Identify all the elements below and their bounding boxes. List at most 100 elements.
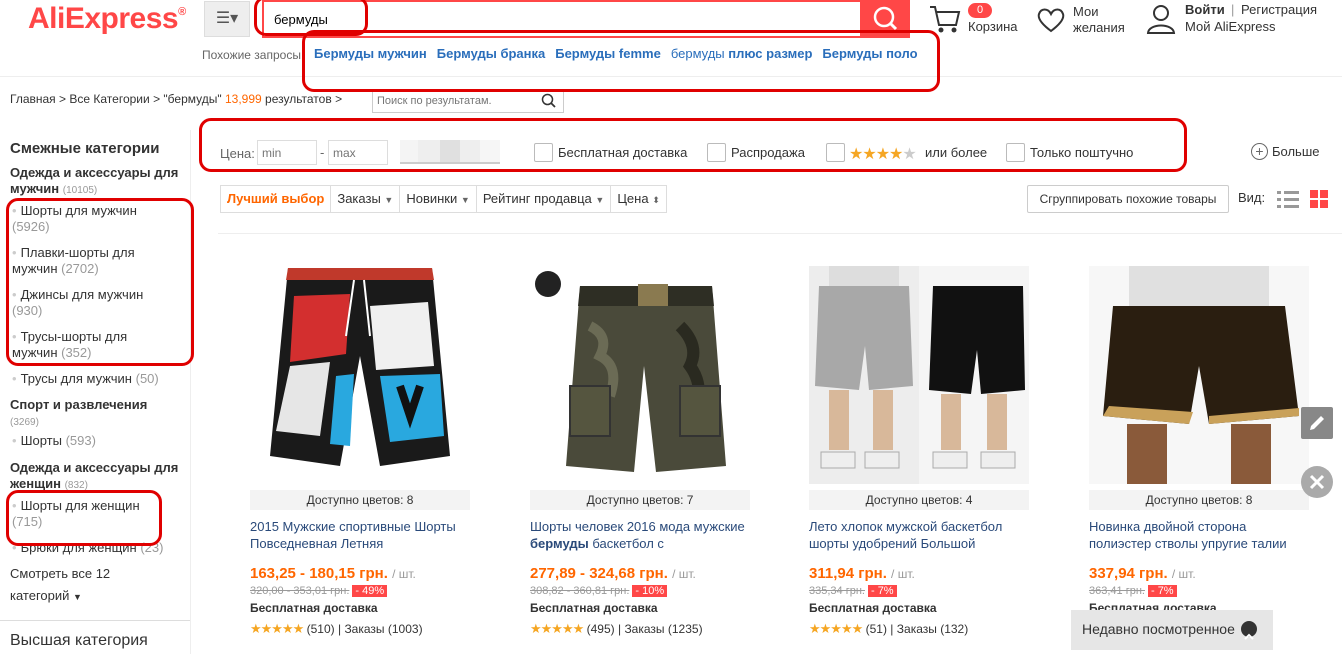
product-card[interactable]: Доступно цветов: 8 2015 Мужские спортивн… bbox=[250, 266, 470, 637]
product-price: 337,94 грн. / шт. bbox=[1089, 565, 1309, 582]
close-button[interactable] bbox=[1301, 466, 1333, 498]
sort-seller-rating[interactable]: Рейтинг продавца ▼ bbox=[477, 186, 612, 212]
product-card[interactable]: Доступно цветов: 4 Лето хлопок мужской б… bbox=[809, 266, 1029, 637]
product-title[interactable]: Новинка двойной сторона полиэстер стволы… bbox=[1089, 518, 1309, 552]
cart-count-badge: 0 bbox=[968, 3, 992, 18]
annotation-related bbox=[302, 30, 940, 92]
close-icon bbox=[1309, 474, 1325, 490]
available-colors: Доступно цветов: 8 bbox=[250, 490, 470, 510]
price-unit: / шт. bbox=[1171, 567, 1196, 581]
discount-badge: - 7% bbox=[867, 585, 897, 597]
search-within-input[interactable] bbox=[373, 90, 533, 112]
sort-best-match[interactable]: Лучший выбор bbox=[221, 186, 332, 212]
product-title[interactable]: Лето хлопок мужской баскетбол шорты удоб… bbox=[809, 518, 1029, 552]
register-link[interactable]: Регистрация bbox=[1241, 2, 1317, 17]
sidebar-item-shorts[interactable]: • Шорты (593) bbox=[12, 433, 172, 449]
login-link[interactable]: Войти bbox=[1185, 2, 1225, 17]
view-label: Вид: bbox=[1238, 190, 1266, 205]
see-all-categories-link[interactable]: Смотреть все 12 категорий ▼ bbox=[10, 563, 180, 608]
wishlist-link[interactable]: Мои желания bbox=[1073, 4, 1133, 36]
sidebar-group-men[interactable]: Одежда и аксессуары для мужчин (10105) bbox=[10, 165, 180, 199]
product-title-text: баскетбол с bbox=[588, 536, 664, 551]
free-shipping-tag: Бесплатная доставка bbox=[530, 601, 658, 615]
discount-badge: - 10% bbox=[632, 585, 668, 597]
rating-row: ★★★★★ (495) | Заказы (1235) bbox=[530, 621, 703, 636]
product-title-text: Шорты человек 2016 мода мужские bbox=[530, 519, 745, 534]
product-image[interactable] bbox=[1089, 266, 1309, 484]
review-count[interactable]: (495) bbox=[587, 622, 615, 636]
annotation-men-categories bbox=[6, 198, 194, 366]
results-count: 13,999 bbox=[224, 92, 262, 106]
my-aliexpress-link[interactable]: Мой AliExpress bbox=[1185, 19, 1276, 34]
product-card[interactable]: Доступно цветов: 7 Шорты человек 2016 мо… bbox=[530, 266, 750, 637]
old-price: 308,82 - 360,81 грн. bbox=[530, 585, 630, 597]
breadcrumb: Главная > Все Категории > "бермуды" 13,9… bbox=[10, 92, 342, 106]
logo-trademark: ® bbox=[178, 6, 186, 18]
header-divider: | bbox=[1231, 2, 1235, 17]
group-similar-button[interactable]: Сгруппировать похожие товары bbox=[1027, 185, 1229, 213]
free-shipping-tag: Бесплатная доставка bbox=[250, 601, 378, 615]
more-filters-label: Больше bbox=[1272, 144, 1320, 159]
sort-orders[interactable]: Заказы ▼ bbox=[331, 186, 401, 212]
aliexpress-logo[interactable]: AliExpress® bbox=[28, 2, 186, 36]
sort-newest[interactable]: Новинки ▼ bbox=[400, 186, 477, 212]
sidebar-group-women[interactable]: Одежда и аксессуары для женщин (832) bbox=[10, 460, 180, 494]
discount-badge: - 7% bbox=[1147, 585, 1177, 597]
feedback-edit-button[interactable] bbox=[1301, 407, 1333, 439]
caret-down-icon: ▼ bbox=[460, 195, 470, 205]
see-all-categories-label: категорий bbox=[10, 588, 70, 603]
top-category-heading: Высшая категория bbox=[10, 632, 148, 649]
product-image[interactable] bbox=[809, 266, 1029, 484]
user-icon[interactable] bbox=[1146, 3, 1176, 35]
grid-view-icon[interactable] bbox=[1309, 189, 1329, 209]
search-within-results bbox=[372, 89, 564, 113]
related-queries-label: Похожие запросы: bbox=[202, 48, 305, 62]
price-value: 277,89 - 324,68 грн. bbox=[530, 565, 668, 582]
product-card[interactable]: Доступно цветов: 8 Новинка двойной сторо… bbox=[1089, 266, 1309, 637]
heart-icon[interactable] bbox=[1036, 6, 1066, 34]
product-title-keyword: бермуды bbox=[530, 536, 589, 551]
more-filters-button[interactable]: + Больше bbox=[1251, 143, 1320, 160]
list-view-icon[interactable] bbox=[1276, 189, 1300, 209]
sidebar-item-men-underwear[interactable]: • Трусы для мужчин (50) bbox=[12, 371, 182, 387]
sort-price-label: Цена bbox=[617, 191, 649, 206]
product-title[interactable]: Шорты человек 2016 мода мужские бермуды … bbox=[530, 518, 750, 552]
recently-viewed-label: Недавно посмотренное bbox=[1082, 621, 1235, 637]
review-count[interactable]: (510) bbox=[307, 622, 335, 636]
price-value: 163,25 - 180,15 грн. bbox=[250, 565, 388, 582]
basketball-shorts-image bbox=[809, 266, 1029, 484]
breadcrumb-home[interactable]: Главная bbox=[10, 92, 56, 106]
product-image[interactable] bbox=[250, 266, 470, 484]
bullet-icon: • bbox=[12, 433, 17, 448]
sort-newest-label: Новинки bbox=[406, 191, 458, 206]
cart-link[interactable]: Корзина bbox=[968, 19, 1018, 34]
rating-row: ★★★★★ (51) | Заказы (132) bbox=[809, 621, 969, 636]
sidebar-group-sport[interactable]: Спорт и развлечения (3269) bbox=[10, 397, 180, 431]
sidebar-group-count: (3269) bbox=[10, 417, 39, 428]
recently-viewed-bar[interactable]: Недавно посмотренное bbox=[1071, 610, 1273, 650]
sidebar-divider bbox=[0, 620, 190, 621]
rating-stars-icon: ★★★★★ bbox=[530, 621, 584, 636]
breadcrumb-sep: > bbox=[59, 92, 67, 106]
sidebar-item-count: (593) bbox=[65, 433, 96, 448]
price-value: 337,94 грн. bbox=[1089, 565, 1168, 582]
caret-down-icon: ▼ bbox=[384, 195, 394, 205]
annotation-women-shorts bbox=[6, 490, 162, 546]
results-label: результатов bbox=[265, 92, 332, 106]
chevron-up-icon bbox=[1241, 621, 1257, 640]
orders-count: Заказы (132) bbox=[896, 622, 969, 636]
category-menu-button[interactable]: ☰▾ bbox=[204, 1, 250, 37]
discount-badge: - 49% bbox=[352, 585, 388, 597]
review-count[interactable]: (51) bbox=[866, 622, 887, 636]
product-title[interactable]: 2015 Мужские спортивные Шорты Повседневн… bbox=[250, 518, 470, 552]
chevron-down-icon: ▼ bbox=[73, 592, 82, 602]
breadcrumb-all-categories[interactable]: Все Категории bbox=[69, 92, 149, 106]
product-image[interactable] bbox=[530, 266, 750, 484]
sort-bar: Лучший выбор Заказы ▼ Новинки ▼ Рейтинг … bbox=[220, 185, 667, 213]
pencil-icon bbox=[1310, 416, 1324, 430]
old-price-row: 308,82 - 360,81 грн. - 10% bbox=[530, 585, 750, 597]
free-shipping-tag: Бесплатная доставка bbox=[809, 601, 937, 615]
search-icon[interactable] bbox=[541, 93, 557, 109]
sort-price[interactable]: Цена ⬍ bbox=[611, 186, 665, 212]
orders-count: Заказы (1003) bbox=[344, 622, 423, 636]
